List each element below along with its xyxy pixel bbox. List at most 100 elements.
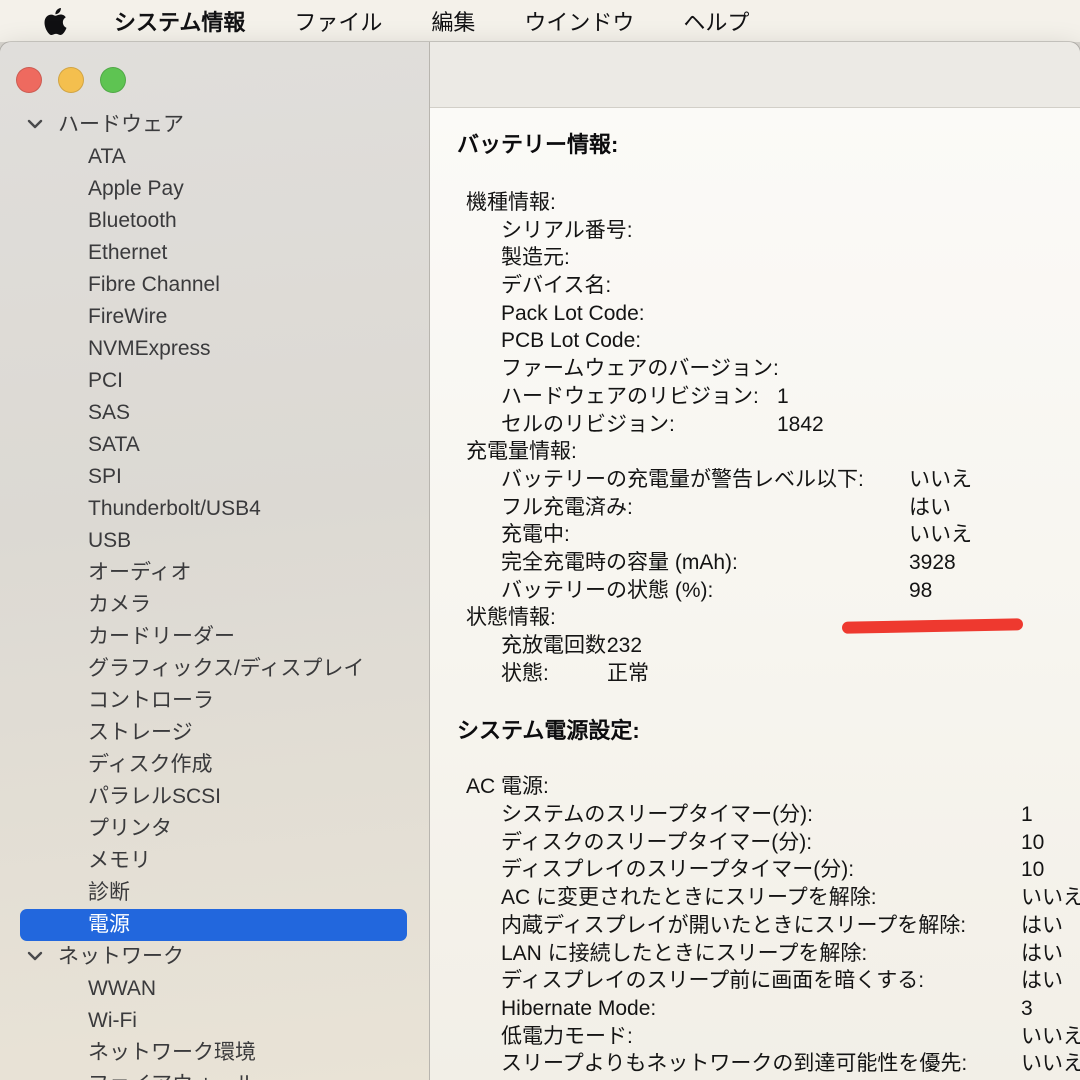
row-label: 低電力モード: [430, 1025, 633, 1048]
row-label: LAN に接続したときにスリープを解除: [430, 942, 867, 965]
row-label: PCB Lot Code: [430, 329, 641, 352]
sidebar-item-メモリ[interactable]: メモリ [20, 845, 407, 877]
group-row: AC 電源: [430, 773, 1080, 801]
report-row: LAN に接続したときにスリープを解除:はい [430, 940, 1080, 968]
system-information-window: ハードウェア ATAApple PayBluetoothEthernetFibre… [0, 42, 1080, 1080]
report-row: 内蔵ディスプレイが開いたときにスリープを解除: はい [430, 912, 1080, 940]
report-row: ディスクのスリープタイマー(分):10 [430, 829, 1080, 857]
report-row: フル充電済み:はい [430, 494, 1080, 522]
sidebar-item-SPI[interactable]: SPI [20, 461, 407, 493]
chevron-down-icon [27, 119, 43, 129]
row-label: AC に変更されたときにスリープを解除: [430, 886, 877, 909]
row-value: 3928 [909, 549, 956, 577]
report-row: ファームウェアのバージョン: [430, 355, 1080, 383]
row-value: 正常 [607, 660, 649, 688]
sidebar-item-Wi-Fi[interactable]: Wi-Fi [20, 1005, 407, 1037]
section-title: システム電源設定: [430, 717, 1080, 745]
row-label: 充電中: [430, 523, 570, 546]
sidebar-item-SAS[interactable]: SAS [20, 397, 407, 429]
sidebar-item-PCI[interactable]: PCI [20, 365, 407, 397]
row-label: Pack Lot Code: [430, 302, 645, 325]
row-label: ディスプレイのスリープタイマー(分): [430, 858, 854, 881]
row-label: 内蔵ディスプレイが開いたときにスリープを解除: [430, 914, 966, 937]
row-label: スリープよりもネットワークの到達可能性を優先: [430, 1052, 967, 1075]
row-label: 完全充電時の容量 (mAh): [430, 551, 738, 574]
sidebar-item-NVMExpress[interactable]: NVMExpress [20, 333, 407, 365]
group-row: 充電量情報: [430, 438, 1080, 466]
sidebar-item-コントローラ[interactable]: コントローラ [20, 685, 407, 717]
sidebar-item-ディスク作成[interactable]: ディスク作成 [20, 749, 407, 781]
menu-item-help[interactable]: ヘルプ [683, 5, 749, 37]
menu-bar: システム情報 ファイル 編集 ウインドウ ヘルプ [0, 0, 1080, 42]
apple-menu-icon[interactable] [44, 8, 67, 35]
row-label: ディスクのスリープタイマー(分): [430, 831, 812, 854]
row-value: 98 [909, 577, 932, 605]
report-row: 充電中:いいえ [430, 521, 1080, 549]
row-value: いいえ [1021, 884, 1080, 912]
sidebar-item-電源[interactable]: 電源 [20, 909, 407, 941]
sidebar-item-ファイアウォール[interactable]: ファイアウォール [20, 1069, 407, 1080]
report-row: 状態: 正常 [430, 660, 1080, 688]
row-value: 232 [607, 632, 642, 660]
window-controls [0, 42, 429, 93]
sidebar-item-ネットワーク環境[interactable]: ネットワーク環境 [20, 1037, 407, 1069]
row-value: 10 [1021, 856, 1044, 884]
menu-item-window[interactable]: ウインドウ [524, 5, 634, 37]
minimize-button[interactable] [58, 67, 84, 93]
report-row: 完全充電時の容量 (mAh): 3928 [430, 549, 1080, 577]
group-label: 充電量情報: [430, 440, 577, 463]
sidebar-item-ストレージ[interactable]: ストレージ [20, 717, 407, 749]
row-value: はい [1021, 912, 1063, 940]
sidebar-item-Thunderbolt/USB4[interactable]: Thunderbolt/USB4 [20, 493, 407, 525]
row-label: バッテリーの状態 (%): [430, 579, 713, 602]
row-label: Hibernate Mode: [430, 997, 656, 1020]
row-label: 状態: [430, 662, 549, 685]
sidebar-item-WWAN[interactable]: WWAN [20, 973, 407, 1005]
row-value: いいえ [1021, 1050, 1080, 1078]
row-label: シリアル番号: [430, 219, 633, 242]
sidebar-item-グラフィックス/ディスプレイ[interactable]: グラフィックス/ディスプレイ [20, 653, 407, 685]
report-section-0: バッテリー情報:機種情報:シリアル番号:製造元:デバイス名:Pack Lot C… [430, 131, 1080, 687]
sidebar-item-Bluetooth[interactable]: Bluetooth [20, 205, 407, 237]
menu-item-file[interactable]: ファイル [294, 5, 382, 37]
sidebar-item-パラレルSCSI[interactable]: パラレルSCSI [20, 781, 407, 813]
sidebar-item-Ethernet[interactable]: Ethernet [20, 237, 407, 269]
close-button[interactable] [16, 67, 42, 93]
zoom-button[interactable] [100, 67, 126, 93]
row-label: バッテリーの充電量が警告レベル以下: [430, 468, 864, 491]
sidebar-item-カードリーダー[interactable]: カードリーダー [20, 621, 407, 653]
row-value: 1 [777, 383, 789, 411]
report-row: 製造元: [430, 244, 1080, 272]
sidebar-item-FireWire[interactable]: FireWire [20, 301, 407, 333]
sidebar-item-診断[interactable]: 診断 [20, 877, 407, 909]
row-label: デバイス名: [430, 274, 611, 297]
report-row: スリープよりもネットワークの到達可能性を優先: いいえ [430, 1050, 1080, 1078]
sidebar-item-Fibre Channel[interactable]: Fibre Channel [20, 269, 407, 301]
sidebar-item-カメラ[interactable]: カメラ [20, 589, 407, 621]
row-value: 3 [1021, 995, 1033, 1023]
window-toolbar [430, 42, 1080, 108]
report-row: Pack Lot Code: [430, 300, 1080, 328]
menu-item-edit[interactable]: 編集 [431, 5, 475, 37]
sidebar-item-Apple Pay[interactable]: Apple Pay [20, 173, 407, 205]
report-section-1: システム電源設定: AC 電源:システムのスリープタイマー(分):1ディスクのスリ… [430, 717, 1080, 1078]
sidebar-item-ATA[interactable]: ATA [20, 141, 407, 173]
menu-item-app[interactable]: システム情報 [114, 5, 245, 37]
row-value: いいえ [1021, 1023, 1080, 1051]
chevron-down-icon [27, 951, 43, 961]
group-row: 機種情報: [430, 189, 1080, 217]
sidebar-item-オーディオ[interactable]: オーディオ [20, 557, 407, 589]
sidebar-item-SATA[interactable]: SATA [20, 429, 407, 461]
sidebar-section-label: ネットワーク [58, 945, 184, 968]
sidebar-section-0[interactable]: ハードウェア [20, 109, 407, 141]
content-pane: バッテリー情報:機種情報:シリアル番号:製造元:デバイス名:Pack Lot C… [430, 42, 1080, 1080]
sidebar-section-1[interactable]: ネットワーク [20, 941, 407, 973]
report-row: バッテリーの状態 (%): 98 [430, 577, 1080, 605]
report-row: ディスプレイのスリープタイマー(分): 10 [430, 856, 1080, 884]
row-value: いいえ [909, 466, 972, 494]
sidebar-item-プリンタ[interactable]: プリンタ [20, 813, 407, 845]
row-value: 1 [1021, 801, 1033, 829]
report-row: システムのスリープタイマー(分):1 [430, 801, 1080, 829]
sidebar-section-label: ハードウェア [58, 113, 184, 136]
sidebar-item-USB[interactable]: USB [20, 525, 407, 557]
